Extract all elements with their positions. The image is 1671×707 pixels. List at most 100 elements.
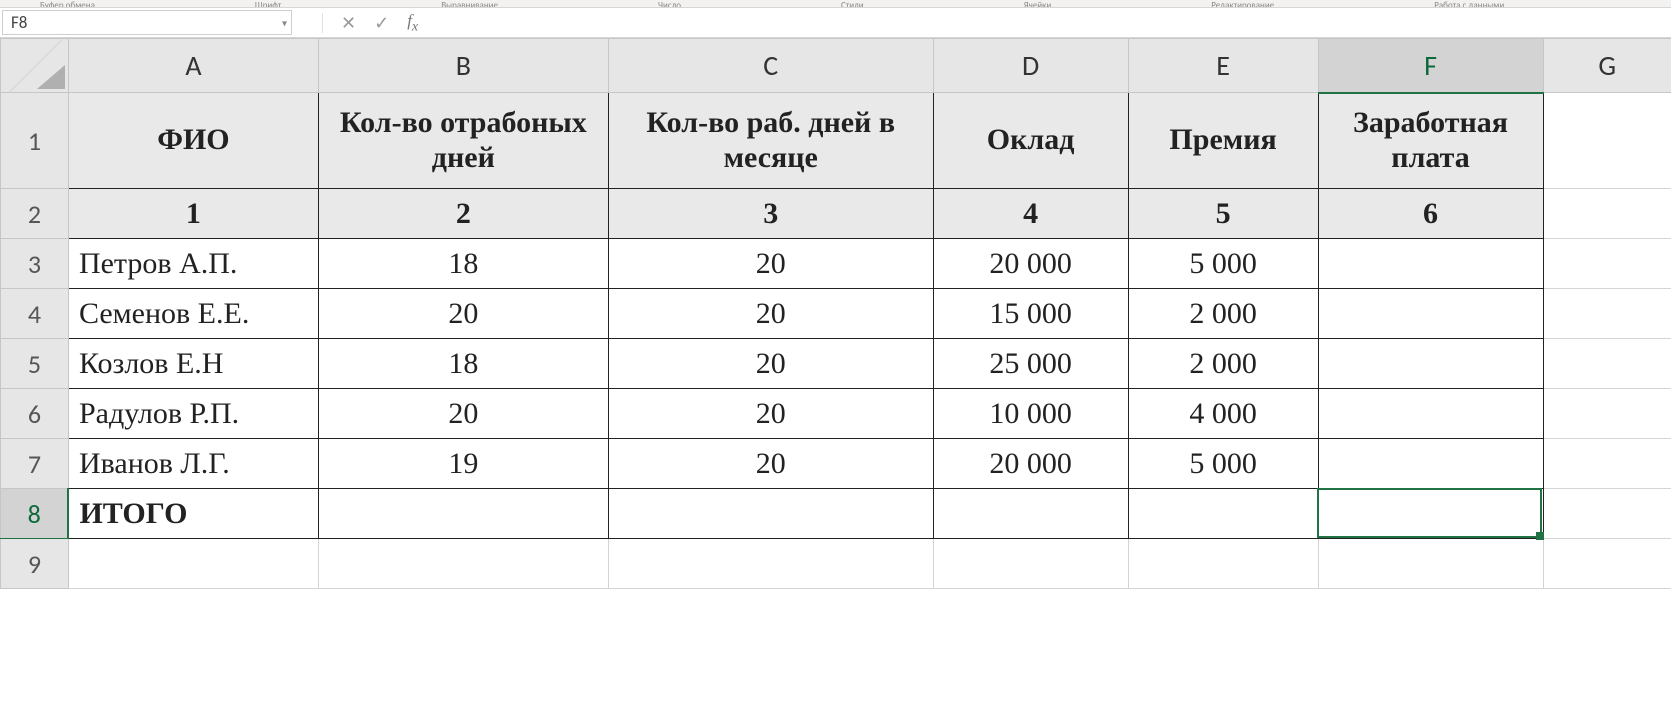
row-header-3[interactable]: 3 xyxy=(1,239,69,289)
name-box[interactable]: F8 ▾ xyxy=(2,10,292,35)
cell-B6[interactable]: 20 xyxy=(318,389,608,439)
ribbon-group-label: Выравнивание xyxy=(441,0,498,8)
cell-F4[interactable] xyxy=(1318,289,1543,339)
ribbon-group-label: Число xyxy=(658,0,681,8)
row-header-6[interactable]: 6 xyxy=(1,389,69,439)
formula-input[interactable] xyxy=(432,8,1671,37)
cell-G3[interactable] xyxy=(1543,239,1671,289)
ribbon-groups-strip: Буфер обмена Шрифт Выравнивание Число Ст… xyxy=(0,0,1671,8)
cell-C7[interactable]: 20 xyxy=(608,439,933,489)
cell-F1[interactable]: Заработная плата xyxy=(1318,93,1543,189)
cell-A7[interactable]: Иванов Л.Г. xyxy=(68,439,318,489)
column-header-A[interactable]: A xyxy=(68,39,318,93)
cell-E5[interactable]: 2 000 xyxy=(1128,339,1318,389)
cell-G7[interactable] xyxy=(1543,439,1671,489)
row-header-7[interactable]: 7 xyxy=(1,439,69,489)
cell-G2[interactable] xyxy=(1543,189,1671,239)
cell-E3[interactable]: 5 000 xyxy=(1128,239,1318,289)
cell-E7[interactable]: 5 000 xyxy=(1128,439,1318,489)
cell-B7[interactable]: 19 xyxy=(318,439,608,489)
cell-C8[interactable] xyxy=(608,489,933,539)
cell-C6[interactable]: 20 xyxy=(608,389,933,439)
cell-G1[interactable] xyxy=(1543,93,1671,189)
cell-G6[interactable] xyxy=(1543,389,1671,439)
ribbon-group-label: Буфер обмена xyxy=(40,0,95,8)
formula-bar-tools: ✕ ✓ fx xyxy=(292,8,432,37)
column-header-B[interactable]: B xyxy=(318,39,608,93)
cell-A6[interactable]: Радулов Р.П. xyxy=(68,389,318,439)
cell-E1[interactable]: Премия xyxy=(1128,93,1318,189)
ribbon-group-label: Редактирование xyxy=(1211,0,1274,8)
cell-B8[interactable] xyxy=(318,489,608,539)
cell-D4[interactable]: 15 000 xyxy=(933,289,1128,339)
ribbon-group-label: Шрифт xyxy=(255,0,281,8)
cell-F3[interactable] xyxy=(1318,239,1543,289)
cell-A4[interactable]: Семенов Е.Е. xyxy=(68,289,318,339)
cell-C2[interactable]: 3 xyxy=(608,189,933,239)
cell-A3[interactable]: Петров А.П. xyxy=(68,239,318,289)
cell-B1[interactable]: Кол-во отрабоных дней xyxy=(318,93,608,189)
cell-D8[interactable] xyxy=(933,489,1128,539)
cell-A2[interactable]: 1 xyxy=(68,189,318,239)
name-box-value: F8 xyxy=(11,12,27,33)
select-all-corner[interactable] xyxy=(1,39,69,93)
cell-C1[interactable]: Кол-во раб. дней в месяце xyxy=(608,93,933,189)
chevron-down-icon[interactable]: ▾ xyxy=(282,16,287,29)
cell-E6[interactable]: 4 000 xyxy=(1128,389,1318,439)
row-header-5[interactable]: 5 xyxy=(1,339,69,389)
row-header-4[interactable]: 4 xyxy=(1,289,69,339)
cell-D3[interactable]: 20 000 xyxy=(933,239,1128,289)
fx-icon[interactable]: fx xyxy=(407,12,418,34)
cell-C3[interactable]: 20 xyxy=(608,239,933,289)
cell-B9[interactable] xyxy=(318,539,608,589)
cancel-icon[interactable]: ✕ xyxy=(341,14,356,32)
column-header-F[interactable]: F xyxy=(1318,39,1543,93)
ribbon-group-label: Стили xyxy=(841,0,864,8)
cell-D7[interactable]: 20 000 xyxy=(933,439,1128,489)
cell-E4[interactable]: 2 000 xyxy=(1128,289,1318,339)
column-header-D[interactable]: D xyxy=(933,39,1128,93)
cell-C4[interactable]: 20 xyxy=(608,289,933,339)
column-header-E[interactable]: E xyxy=(1128,39,1318,93)
cell-G8[interactable] xyxy=(1543,489,1671,539)
cell-G9[interactable] xyxy=(1543,539,1671,589)
row-header-1[interactable]: 1 xyxy=(1,93,69,189)
cell-D2[interactable]: 4 xyxy=(933,189,1128,239)
cell-B2[interactable]: 2 xyxy=(318,189,608,239)
divider xyxy=(322,13,323,33)
cell-E2[interactable]: 5 xyxy=(1128,189,1318,239)
cell-F6[interactable] xyxy=(1318,389,1543,439)
cell-A5[interactable]: Козлов Е.Н xyxy=(68,339,318,389)
cell-B3[interactable]: 18 xyxy=(318,239,608,289)
spreadsheet-grid[interactable]: A B C D E F G 1 ФИО Кол-во отрабоных дне… xyxy=(0,38,1671,589)
cell-B5[interactable]: 18 xyxy=(318,339,608,389)
cell-C5[interactable]: 20 xyxy=(608,339,933,389)
cell-D5[interactable]: 25 000 xyxy=(933,339,1128,389)
row-header-2[interactable]: 2 xyxy=(1,189,69,239)
cell-F5[interactable] xyxy=(1318,339,1543,389)
cell-B4[interactable]: 20 xyxy=(318,289,608,339)
formula-bar: F8 ▾ ✕ ✓ fx xyxy=(0,8,1671,38)
enter-icon[interactable]: ✓ xyxy=(374,14,389,32)
cell-E9[interactable] xyxy=(1128,539,1318,589)
cell-F2[interactable]: 6 xyxy=(1318,189,1543,239)
row-header-9[interactable]: 9 xyxy=(1,539,69,589)
cell-F9[interactable] xyxy=(1318,539,1543,589)
cell-C9[interactable] xyxy=(608,539,933,589)
cell-G5[interactable] xyxy=(1543,339,1671,389)
cell-F7[interactable] xyxy=(1318,439,1543,489)
ribbon-group-label: Ячейки xyxy=(1024,0,1052,8)
cell-A1[interactable]: ФИО xyxy=(68,93,318,189)
column-header-G[interactable]: G xyxy=(1543,39,1671,93)
ribbon-group-label: Работа с данными xyxy=(1434,0,1504,8)
cell-E8[interactable] xyxy=(1128,489,1318,539)
cell-F8[interactable] xyxy=(1318,489,1543,539)
cell-D6[interactable]: 10 000 xyxy=(933,389,1128,439)
cell-A9[interactable] xyxy=(68,539,318,589)
cell-D9[interactable] xyxy=(933,539,1128,589)
cell-A8[interactable]: ИТОГО xyxy=(68,489,318,539)
cell-G4[interactable] xyxy=(1543,289,1671,339)
row-header-8[interactable]: 8 xyxy=(1,489,69,539)
column-header-C[interactable]: C xyxy=(608,39,933,93)
cell-D1[interactable]: Оклад xyxy=(933,93,1128,189)
